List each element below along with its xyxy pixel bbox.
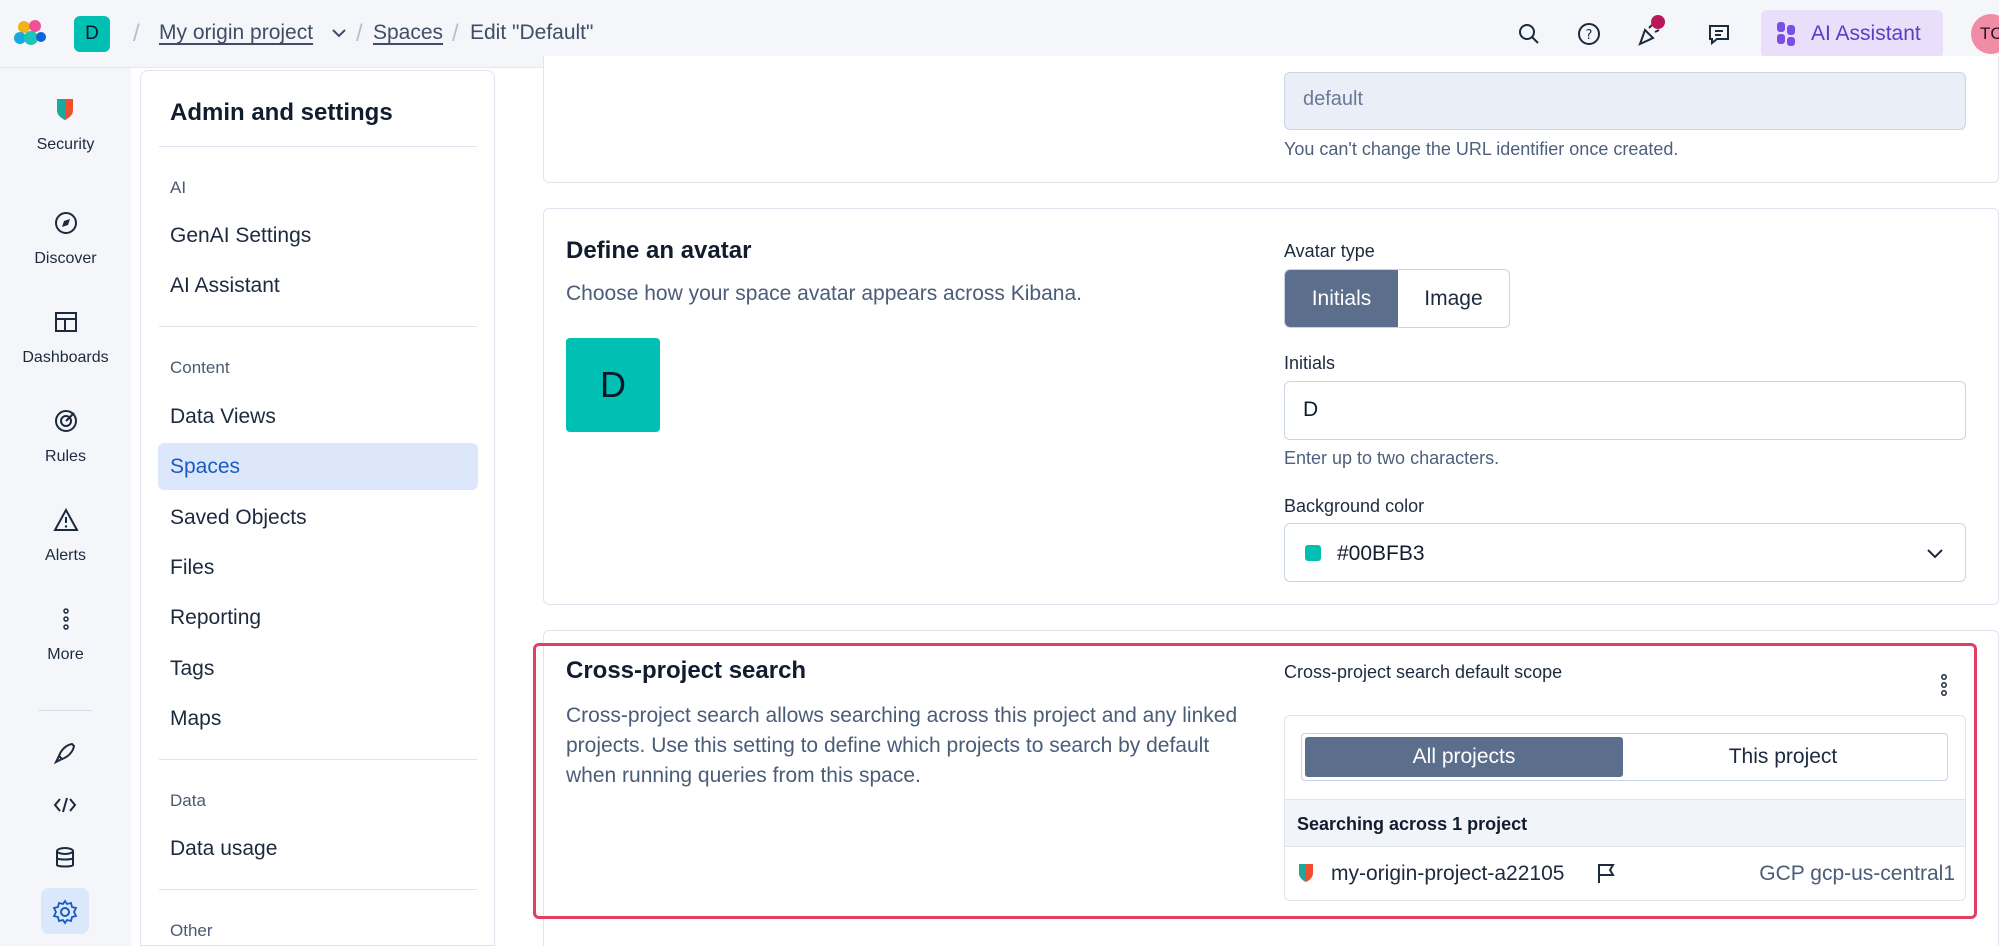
rocket-icon[interactable]	[52, 740, 78, 766]
avatar-type-toggle: Initials Image	[1284, 269, 1510, 328]
url-identifier-input: default	[1284, 72, 1966, 130]
code-icon[interactable]	[52, 792, 78, 818]
initials-label: Initials	[1284, 353, 1336, 373]
cps-section-title: Cross-project search	[566, 657, 807, 684]
divider	[159, 326, 477, 327]
more-icon	[62, 608, 69, 630]
nav-item-rules[interactable]: Rules	[0, 408, 131, 466]
rules-icon	[54, 410, 77, 432]
nav-item-security[interactable]: Security	[0, 96, 131, 154]
group-data-title: Data	[170, 791, 206, 810]
avatar-section-title: Define an avatar	[566, 237, 752, 264]
group-content-title: Content	[170, 358, 230, 377]
feedback-icon[interactable]	[1705, 20, 1733, 48]
kebab-menu-icon[interactable]	[1934, 672, 1954, 698]
searching-across-header: Searching across 1 project	[1285, 799, 1965, 847]
ai-assistant-icon	[1777, 22, 1795, 46]
cps-scope-label: Cross-project search default scope	[1284, 662, 1563, 682]
help-icon[interactable]: ?	[1575, 20, 1603, 48]
divider	[159, 759, 477, 760]
divider	[159, 889, 477, 890]
nav-label: Discover	[34, 250, 97, 267]
chevron-down-icon[interactable]	[330, 26, 348, 40]
breadcrumb-current: Edit "Default"	[470, 21, 594, 44]
nav-divider	[38, 710, 92, 711]
breadcrumb-separator: /	[133, 20, 140, 47]
breadcrumb-project[interactable]: My origin project	[159, 21, 313, 45]
gear-icon[interactable]	[52, 899, 78, 925]
group-other-title: Other	[170, 921, 213, 940]
nav-item-more[interactable]: More	[0, 606, 131, 664]
chevron-down-icon	[1927, 549, 1943, 559]
avatar-section-description: Choose how your space avatar appears acr…	[566, 282, 1082, 305]
project-name: my-origin-project-a22105	[1331, 862, 1565, 885]
sidebar-item-reporting[interactable]: Reporting	[158, 594, 478, 641]
color-swatch	[1305, 545, 1321, 561]
background-color-label: Background color	[1284, 496, 1425, 516]
breadcrumb-separator: /	[356, 20, 363, 47]
sidebar-item-genai-settings[interactable]: GenAI Settings	[158, 212, 478, 259]
sidebar-item-ai-assistant[interactable]: AI Assistant	[158, 262, 478, 309]
settings-sidebar: Admin and settings AI GenAI Settings AI …	[140, 70, 495, 946]
ai-assistant-button[interactable]: AI Assistant	[1761, 10, 1943, 58]
svg-text:?: ?	[1586, 28, 1593, 43]
breadcrumb-spaces[interactable]: Spaces	[373, 21, 443, 45]
nav-label: More	[47, 646, 84, 663]
sidebar-item-maps[interactable]: Maps	[158, 695, 478, 742]
database-icon[interactable]	[52, 845, 78, 871]
dashboard-icon	[54, 312, 77, 332]
sidebar-item-data-views[interactable]: Data Views	[158, 393, 478, 440]
initials-help: Enter up to two characters.	[1284, 448, 1500, 468]
notification-dot	[1651, 15, 1665, 29]
sidebar-title: Admin and settings	[170, 99, 393, 126]
cps-scope-panel: All projects This project Searching acro…	[1284, 715, 1966, 901]
avatar-type-label: Avatar type	[1284, 241, 1375, 261]
security-icon	[56, 99, 73, 120]
sidebar-item-saved-objects[interactable]: Saved Objects	[158, 494, 478, 541]
sidebar-item-data-usage[interactable]: Data usage	[158, 825, 478, 872]
project-row: my-origin-project-a22105 GCP gcp-us-cent…	[1285, 847, 1965, 901]
divider	[159, 146, 477, 147]
user-avatar[interactable]: TC	[1971, 14, 1999, 54]
scope-this-project-button[interactable]: This project	[1623, 737, 1943, 777]
flag-icon	[1598, 864, 1615, 883]
nav-item-alerts[interactable]: Alerts	[0, 507, 131, 565]
primary-nav: Security Discover Dashboards Rules Alert…	[0, 68, 131, 946]
background-color-value: #00BFB3	[1337, 542, 1425, 565]
sidebar-item-files[interactable]: Files	[158, 544, 478, 591]
avatar-type-image-button[interactable]: Image	[1398, 270, 1509, 327]
nav-label: Rules	[45, 448, 86, 465]
search-icon[interactable]	[1515, 20, 1543, 48]
breadcrumb-separator: /	[452, 20, 459, 47]
scope-all-projects-button[interactable]: All projects	[1305, 737, 1623, 777]
security-project-icon	[1299, 864, 1313, 882]
url-identifier-help: You can't change the URL identifier once…	[1284, 139, 1679, 159]
nav-item-discover[interactable]: Discover	[0, 210, 131, 268]
cps-section-description: Cross-project search allows searching ac…	[566, 704, 1238, 787]
initials-input[interactable]: D	[1284, 381, 1966, 440]
avatar-type-initials-button[interactable]: Initials	[1285, 270, 1398, 327]
cps-scope-toggle: All projects This project	[1301, 733, 1948, 781]
avatar-preview: D	[566, 338, 660, 432]
space-avatar[interactable]: D	[74, 16, 110, 52]
nav-label: Dashboards	[22, 349, 109, 366]
ai-assistant-label: AI Assistant	[1811, 22, 1921, 45]
nav-item-dashboards[interactable]: Dashboards	[0, 309, 131, 367]
group-ai-title: AI	[170, 178, 187, 197]
elastic-logo-icon[interactable]	[12, 16, 48, 52]
background-color-select[interactable]: #00BFB3	[1284, 523, 1966, 582]
sidebar-item-spaces[interactable]: Spaces	[158, 443, 478, 490]
nav-label: Alerts	[45, 547, 86, 564]
warning-icon	[52, 507, 79, 531]
project-region: GCP gcp-us-central1	[1759, 862, 1955, 885]
compass-icon	[54, 212, 77, 234]
nav-label: Security	[36, 136, 95, 153]
sidebar-item-tags[interactable]: Tags	[158, 645, 478, 692]
